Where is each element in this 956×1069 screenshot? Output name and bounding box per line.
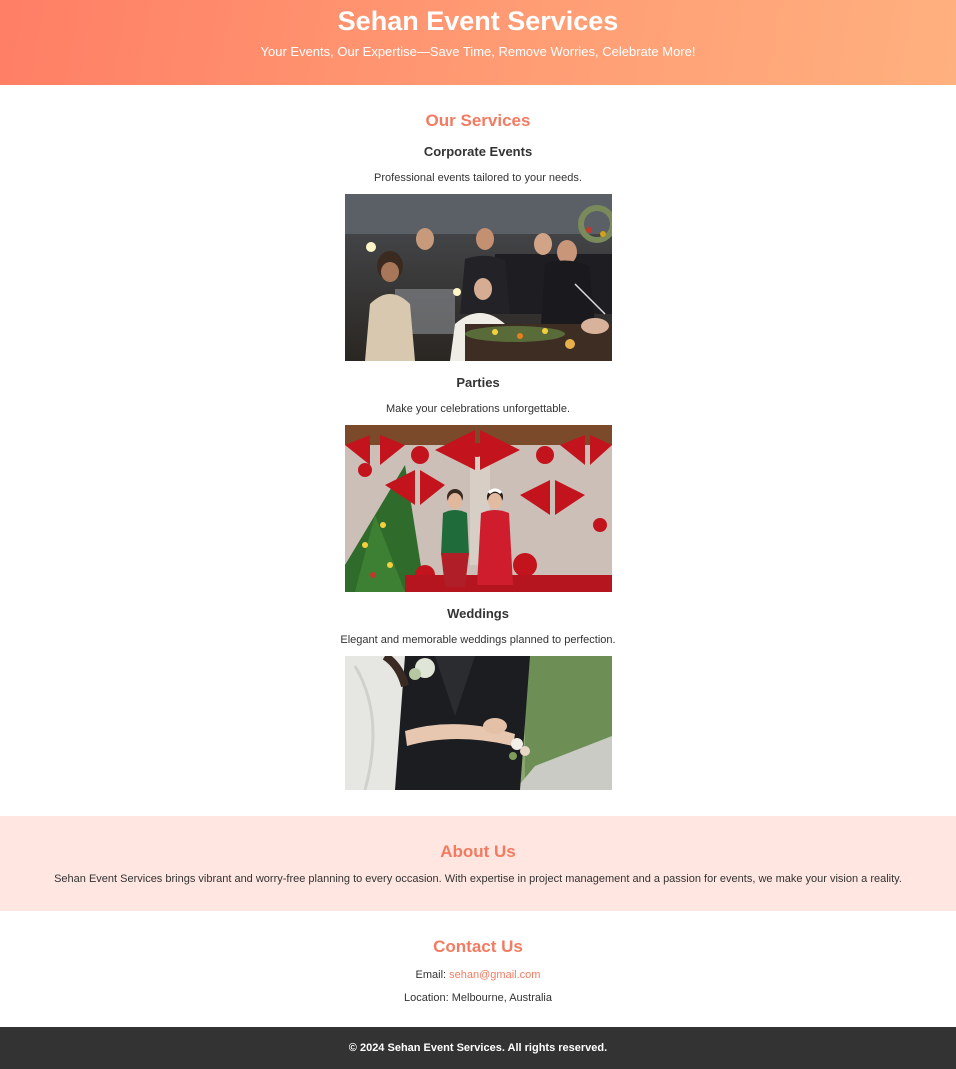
copyright-text: © 2024 Sehan Event Services. All rights … [348, 1042, 608, 1054]
service-corporate: Corporate Events Professional events tai… [0, 144, 956, 361]
service-weddings: Weddings Elegant and memorable weddings … [0, 606, 956, 790]
site-tagline: Your Events, Our Expertise—Save Time, Re… [260, 44, 696, 59]
email-link[interactable]: sehan@gmail.com [449, 969, 540, 981]
site-title: Sehan Event Services [337, 6, 619, 36]
service-name: Weddings [447, 606, 509, 621]
service-description: Elegant and memorable weddings planned t… [340, 634, 616, 646]
email-label: Email: [415, 969, 447, 981]
service-parties: Parties Make your celebrations unforgett… [0, 375, 956, 592]
wedding-photo [344, 656, 612, 790]
site-header: Sehan Event Services Your Events, Our Ex… [0, 0, 956, 85]
contact-location-line: Location: Melbourne, Australia [0, 991, 956, 1005]
service-name: Parties [456, 375, 500, 390]
services-section: Our Services Corporate Events Profession… [0, 85, 956, 816]
services-heading: Our Services [425, 111, 531, 130]
corporate-event-photo [344, 194, 612, 361]
about-section: About Us Sehan Event Services brings vib… [0, 816, 956, 911]
about-heading: About Us [440, 842, 516, 861]
site-footer: © 2024 Sehan Event Services. All rights … [0, 1027, 956, 1069]
service-name: Corporate Events [423, 144, 533, 159]
service-description: Professional events tailored to your nee… [374, 172, 582, 184]
about-text: Sehan Event Services brings vibrant and … [54, 873, 902, 885]
party-photo [344, 425, 612, 592]
contact-email-line: Email: sehan@gmail.com [0, 968, 956, 982]
location-value: Melbourne, Australia [451, 992, 552, 1004]
location-label: Location: [404, 992, 449, 1004]
service-description: Make your celebrations unforgettable. [385, 403, 571, 415]
contact-heading: Contact Us [433, 937, 523, 956]
contact-section: Contact Us Email: sehan@gmail.com Locati… [0, 911, 956, 1027]
